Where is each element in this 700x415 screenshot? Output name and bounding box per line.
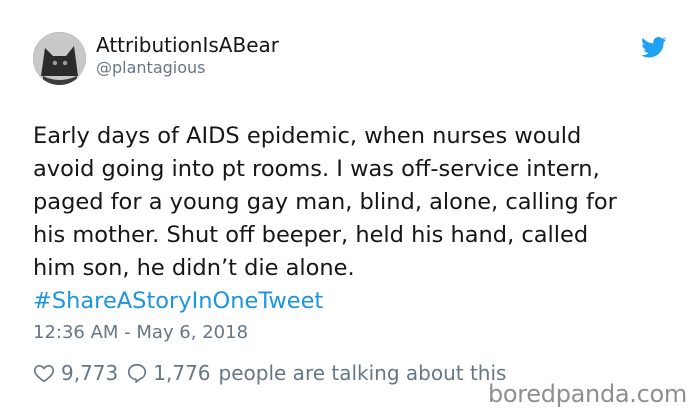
display-name[interactable]: AttributionIsABear [96,33,279,57]
avatar[interactable] [33,32,86,85]
tweet-stats: 9,773 1,776 people are talking about thi… [33,359,506,387]
talking-label[interactable]: people are talking about this [219,361,507,385]
watermark: boredpanda.com [487,380,687,408]
tweet-timestamp[interactable]: 12:36 AM - May 6, 2018 [33,321,248,345]
tweet-text-line: his mother. Shut off beeper, held his ha… [33,222,589,248]
heart-icon[interactable] [33,362,55,384]
user-handle[interactable]: @plantagious [96,58,206,78]
avatar-cat-icon [33,32,86,85]
hashtag-link[interactable]: #ShareAStoryInOneTweet [33,285,683,318]
replies-count: 1,776 [153,361,211,385]
tweet-text-line: avoid going into pt rooms. I was off-ser… [33,156,600,182]
tweet-card: AttributionIsABear @plantagious Early da… [0,0,700,415]
tweet-text-line: paged for a young gay man, blind, alone,… [33,189,617,215]
tweet-text-line: Early days of AIDS epidemic, when nurses… [33,123,582,149]
twitter-bird-icon[interactable] [641,37,667,58]
reply-bubble-icon[interactable] [126,362,148,384]
tweet-text-line: him son, he didn’t die alone. [33,255,355,281]
tweet-body: Early days of AIDS epidemic, when nurses… [33,120,683,318]
likes-count: 9,773 [61,361,119,385]
